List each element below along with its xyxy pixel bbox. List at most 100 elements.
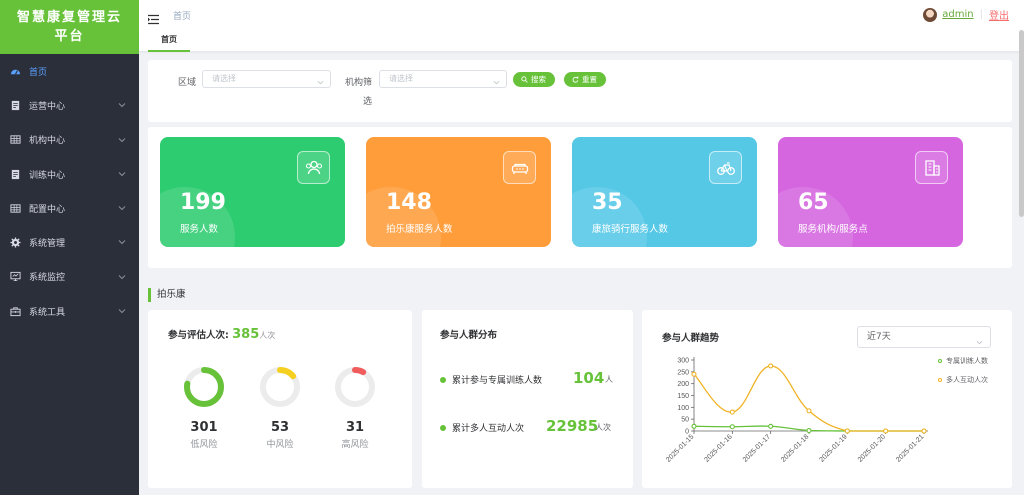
- dashboard-icon: [10, 66, 21, 77]
- series-point-0: [691, 423, 697, 429]
- search-button[interactable]: 搜索: [513, 72, 555, 87]
- series-point-1: [768, 363, 774, 369]
- series-point-1: [921, 428, 927, 434]
- series-point-1: [844, 428, 850, 434]
- sidebar-item-home[interactable]: 首页: [0, 54, 139, 88]
- region-label: 区域: [178, 78, 197, 88]
- risk-label-low: 低风险: [190, 440, 218, 450]
- sidebar-item-institutions[interactable]: 机构中心: [0, 123, 139, 157]
- sidebar-item-training[interactable]: 训练中心: [0, 157, 139, 191]
- y-tick-label: 100: [677, 405, 689, 412]
- stat-card-service[interactable]: 199 服务人数: [160, 137, 345, 247]
- app-root: 智慧康复管理云平台 首页 运营中心 机构中心 训练中心 配置中心 系统管理 系统…: [0, 0, 1024, 495]
- tag-home[interactable]: 首页: [148, 30, 190, 52]
- series-line-1: [693, 365, 924, 432]
- risk-label-high: 高风险: [341, 440, 369, 450]
- sidebar-item-label: 机构中心: [29, 136, 66, 147]
- app-logo-title[interactable]: 智慧康复管理云平台: [0, 0, 139, 54]
- series-point-0: [768, 423, 774, 429]
- distribution-unit: 人次: [595, 423, 611, 432]
- sidebar-item-label: 首页: [29, 67, 48, 78]
- logout-link[interactable]: 登出: [989, 7, 1009, 22]
- legend-label: 专属训练人数: [946, 357, 988, 365]
- top-header: 首页 admin | 登出: [139, 0, 1024, 30]
- menu-toggle-icon[interactable]: [148, 10, 159, 24]
- chevron-down-icon: [118, 307, 126, 315]
- org-label: 机构筛: [345, 78, 373, 88]
- legend-marker: [938, 359, 942, 363]
- user-area: admin | 登出: [923, 7, 1009, 22]
- y-tick-label: 50: [681, 417, 689, 424]
- stat-label: 康旅骑行服务人数: [592, 224, 669, 235]
- section-title: 拍乐康: [148, 288, 186, 302]
- y-tick-label: 300: [677, 358, 689, 365]
- sidebar-item-system-monitor[interactable]: 系统监控: [0, 260, 139, 294]
- sofa-icon: [503, 151, 536, 184]
- search-button-label: 搜索: [531, 75, 546, 84]
- sidebar-item-config[interactable]: 配置中心: [0, 191, 139, 225]
- reset-button[interactable]: 重置: [564, 72, 606, 87]
- distribution-panel: 参与人群分布 累计参与专属训练人数 104 人 累计多人互动人次 22985 人…: [422, 310, 633, 488]
- document-icon: [10, 100, 21, 111]
- stat-label: 拍乐康服务人数: [386, 224, 453, 235]
- trend-title: 参与人群趋势: [662, 333, 720, 344]
- chevron-down-icon: [118, 101, 126, 109]
- sidebar-item-operations[interactable]: 运营中心: [0, 88, 139, 122]
- x-tick-label: 2025-01-19: [818, 433, 848, 463]
- avatar[interactable]: [923, 7, 938, 22]
- legend-item-interaction[interactable]: 多人互动人次: [938, 375, 988, 385]
- chevron-down-icon: [118, 273, 126, 281]
- series-point-1: [729, 409, 735, 415]
- evaluation-total: 385: [232, 327, 260, 342]
- chevron-down-icon: [118, 170, 126, 178]
- monitor-icon: [10, 271, 21, 282]
- building-icon: [915, 151, 948, 184]
- users-icon: [297, 151, 330, 184]
- distribution-label: 累计参与专属训练人数: [452, 376, 543, 386]
- risk-ring-low: [184, 367, 224, 407]
- org-select[interactable]: 请选择: [379, 70, 507, 88]
- filter-panel: 区域 请选择 机构筛 选 请选择 搜索 重置: [148, 60, 1012, 122]
- org-placeholder: 请选择: [389, 74, 413, 83]
- evaluation-title-text: 参与评估人次:: [168, 330, 229, 341]
- region-select[interactable]: 请选择: [202, 70, 331, 88]
- x-tick-label: 2025-01-21: [895, 433, 925, 463]
- series-point-1: [691, 371, 697, 377]
- trend-line-chart: 0501001502002503002025-01-15 2025-01-16 20…: [665, 357, 928, 464]
- stat-card-cycling[interactable]: 35 康旅骑行服务人数: [572, 137, 757, 247]
- y-tick-label: 150: [677, 393, 689, 400]
- stat-value: 148: [386, 190, 432, 215]
- page-scrollbar[interactable]: [1019, 30, 1024, 217]
- breadcrumb[interactable]: 首页: [173, 9, 191, 22]
- stat-value: 65: [798, 190, 829, 215]
- stat-label: 服务人数: [180, 224, 219, 235]
- sidebar-item-system-tools[interactable]: 系统工具: [0, 294, 139, 328]
- trend-panel: 参与人群趋势 近7天 0 50 100 150 200 250 300 2025-01-15 2…: [642, 310, 1012, 488]
- gear-icon: [10, 237, 21, 248]
- refresh-icon: [572, 76, 579, 83]
- reset-button-label: 重置: [582, 75, 597, 84]
- evaluation-panel: 参与评估人次: 385人次 301 低风险 53 中风险 31 高风险: [148, 310, 412, 488]
- risk-ring-high: [335, 367, 375, 407]
- username-link[interactable]: admin: [942, 9, 973, 20]
- range-select[interactable]: 近7天: [857, 326, 991, 348]
- stat-card-institutions[interactable]: 65 服务机构/服务点: [778, 137, 963, 247]
- grid-icon: [10, 134, 21, 145]
- sidebar-item-label: 配置中心: [29, 204, 66, 215]
- sidebar-item-label: 系统监控: [29, 273, 66, 284]
- stats-panel: 199 服务人数 148 拍乐康服务人数 35 康旅骑行服务人数 65 服务机构…: [148, 127, 1012, 268]
- stat-value: 35: [592, 190, 623, 215]
- series-point-0: [806, 427, 812, 434]
- sidebar-item-label: 运营中心: [29, 101, 66, 112]
- sidebar-item-system-admin[interactable]: 系统管理: [0, 225, 139, 259]
- legend-item-training[interactable]: 专属训练人数: [938, 356, 988, 366]
- risk-ring-medium: [260, 367, 300, 407]
- distribution-title: 参与人群分布: [440, 330, 498, 341]
- stat-card-pailekang[interactable]: 148 拍乐康服务人数: [366, 137, 551, 247]
- sidebar: 智慧康复管理云平台 首页 运营中心 机构中心 训练中心 配置中心 系统管理 系统…: [0, 0, 139, 495]
- org-label-wrap: 选: [363, 97, 373, 107]
- distribution-label: 累计多人互动人次: [452, 424, 525, 434]
- bicycle-icon: [709, 151, 742, 184]
- evaluation-title: 参与评估人次: 385人次: [168, 327, 275, 342]
- legend-label: 多人互动人次: [946, 376, 988, 384]
